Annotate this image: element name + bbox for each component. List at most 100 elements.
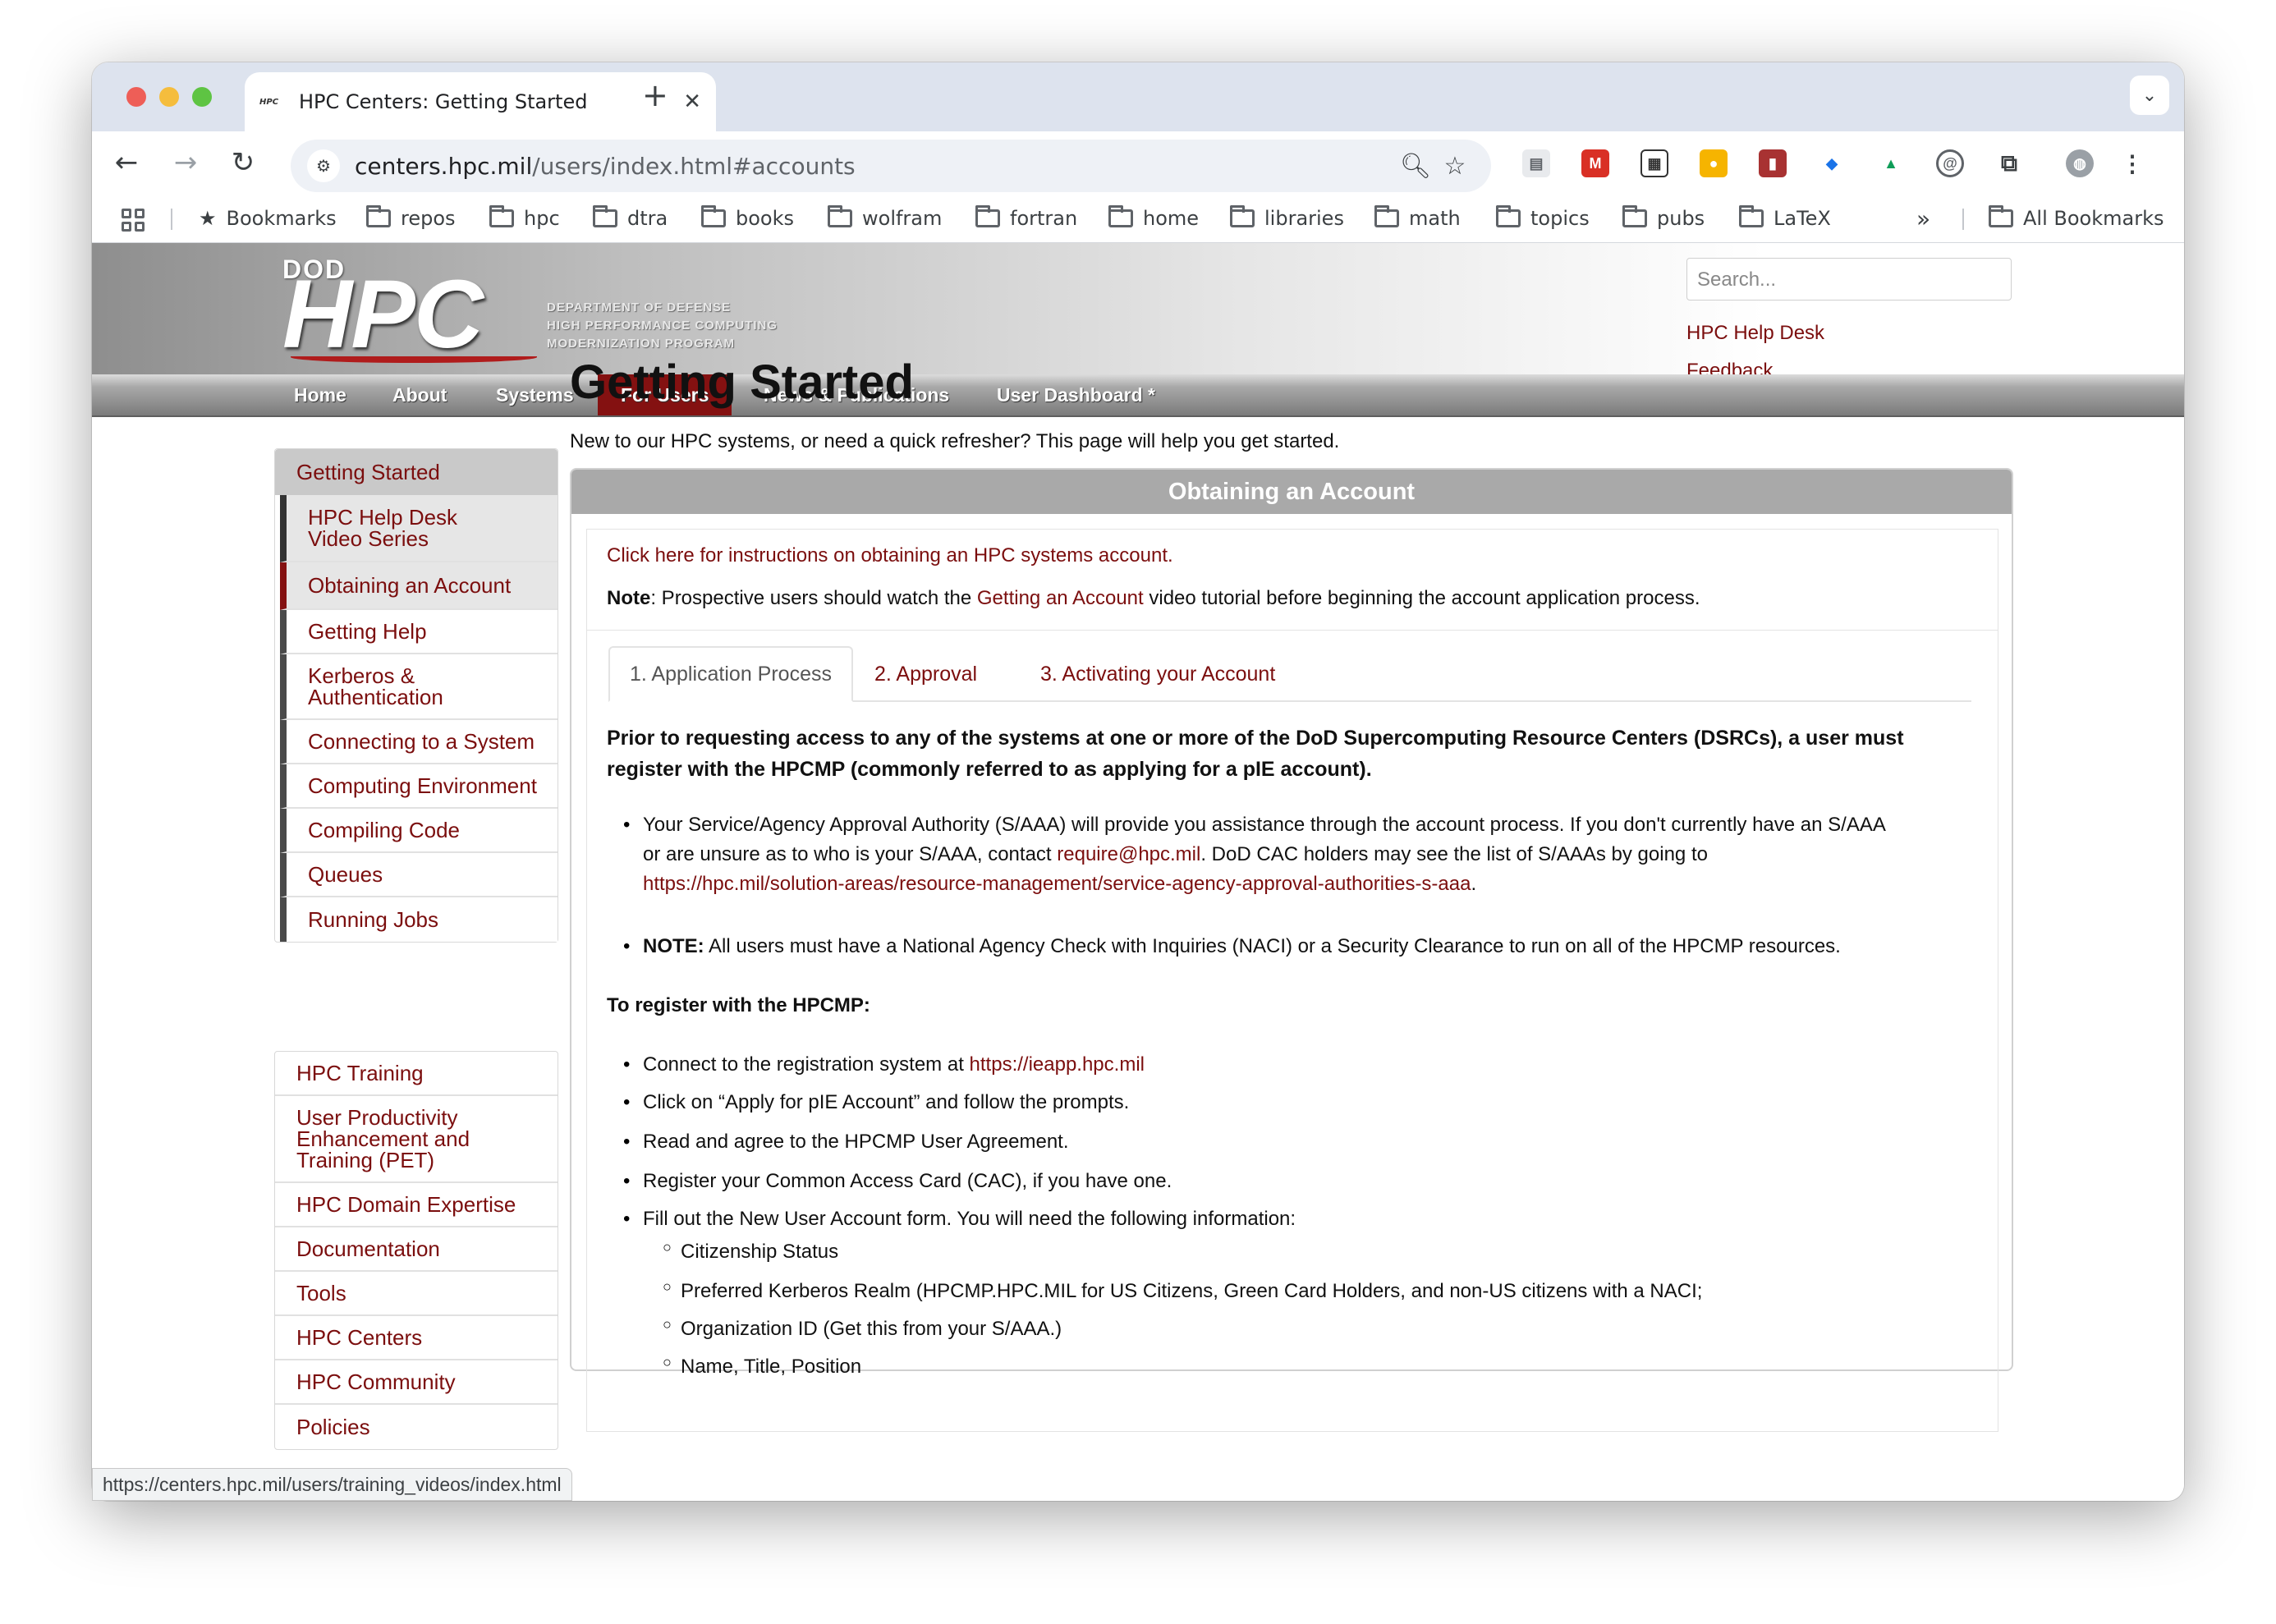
circle-bullet-icon: ○ [663, 1239, 672, 1255]
all-bookmarks-button[interactable]: All Bookmarks [1989, 202, 2164, 235]
tab-application-process[interactable]: 1. Application Process [608, 646, 853, 702]
tab-activating-account[interactable]: 3. Activating your Account [1021, 646, 1295, 702]
tab-favicon: HPC [259, 97, 279, 107]
bookmark-label: wolfram [862, 207, 943, 230]
panel-body: Click here for instructions on obtaining… [586, 529, 1998, 1432]
bookmark-label: home [1143, 207, 1200, 230]
bookmark-home[interactable]: home [1108, 202, 1199, 235]
password-extension-icon[interactable]: @ [1936, 149, 1964, 177]
sidebar-item-kerberos[interactable]: Kerberos & Authentication [280, 654, 558, 720]
sidebar-item-connecting[interactable]: Connecting to a System [280, 720, 558, 764]
sub-step-name-title: Name, Title, Position [681, 1356, 862, 1378]
bookmarks-bar: ★ Bookmarks repos hpc dtra books wolfram … [92, 194, 2184, 243]
nav-about[interactable]: About [369, 374, 470, 415]
nav-home[interactable]: Home [271, 374, 369, 415]
help-desk-link[interactable]: HPC Help Desk [1686, 322, 1824, 345]
tab-approval[interactable]: 2. Approval [855, 646, 997, 702]
sidebar-item-hpc-training[interactable]: HPC Training [275, 1052, 558, 1096]
bookmark-dtra[interactable]: dtra [593, 202, 668, 235]
bookmark-label: LaTeX [1774, 207, 1831, 230]
book-extension-icon[interactable]: ▮ [1759, 149, 1787, 177]
address-bar[interactable]: ⚙ centers.hpc.mil/users/index.html#accou… [291, 140, 1491, 192]
saaa-list-link[interactable]: https://hpc.mil/solution-areas/resource-… [643, 873, 1471, 895]
scholar-extension-icon[interactable]: ◆ [1818, 149, 1846, 177]
step-text: Connect to the registration system at [643, 1053, 970, 1076]
bookmark-star-icon[interactable]: ☆ [1435, 152, 1475, 181]
sidebar-item-compiling-code[interactable]: Compiling Code [280, 809, 558, 853]
require-email-link[interactable]: require@hpc.mil [1057, 843, 1200, 865]
sidebar-item-policies[interactable]: Policies [275, 1405, 558, 1449]
drive-extension-icon[interactable]: ▲ [1877, 149, 1905, 177]
bookmark-wolfram[interactable]: wolfram [828, 202, 942, 235]
saaa-text: . DoD CAC holders may see the list of S/… [1200, 843, 1708, 865]
keep-extension-icon[interactable]: ● [1700, 149, 1728, 177]
bookmark-label: hpc [524, 207, 560, 230]
bullet-icon: • [623, 1053, 631, 1076]
sidebar-item-obtaining-account[interactable]: Obtaining an Account [280, 562, 558, 610]
new-tab-button[interactable]: + [642, 77, 668, 113]
bookmark-label: dtra [627, 207, 668, 230]
folder-icon [1622, 205, 1647, 227]
ieapp-link[interactable]: https://ieapp.hpc.mil [970, 1053, 1145, 1076]
tab-strip: HPC HPC Centers: Getting Started ✕ + ⌄ [92, 62, 2184, 131]
sidebar-item-hpc-centers[interactable]: HPC Centers [275, 1316, 558, 1360]
more-bookmarks-chevron-icon[interactable]: » [1916, 202, 1930, 235]
bookmark-label: topics [1530, 207, 1590, 230]
sidebar-item-running-jobs[interactable]: Running Jobs [280, 897, 558, 942]
site-info-icon[interactable]: ⚙ [307, 149, 340, 182]
sidebar-item-tools[interactable]: Tools [275, 1272, 558, 1316]
sidebar-item-getting-help[interactable]: Getting Help [280, 610, 558, 654]
sidebar-getting-started: Getting Started HPC Help Desk Video Seri… [274, 448, 558, 943]
bookmark-libraries[interactable]: libraries [1230, 202, 1344, 235]
back-arrow-icon[interactable]: ← [107, 143, 146, 182]
sidebar-item-documentation[interactable]: Documentation [275, 1227, 558, 1272]
url-text[interactable]: centers.hpc.mil/users/index.html#account… [355, 153, 1396, 180]
bookmark-repos[interactable]: repos [366, 202, 456, 235]
extensions-puzzle-icon[interactable]: ⧉ [1995, 149, 2023, 177]
minimize-window-button[interactable] [159, 87, 179, 107]
all-bookmarks-label: All Bookmarks [2023, 207, 2164, 230]
sidebar-head-getting-started[interactable]: Getting Started [275, 449, 558, 495]
circle-bullet-icon: ○ [663, 1316, 672, 1333]
nav-user-dashboard[interactable]: User Dashboard * [974, 374, 1178, 415]
naci-text: All users must have a National Agency Ch… [704, 935, 1841, 957]
forward-arrow-icon[interactable]: → [166, 143, 205, 182]
sidebar-item-hpc-community[interactable]: HPC Community [275, 1360, 558, 1405]
profile-avatar[interactable]: ◍ [2066, 149, 2094, 177]
sidebar-item-domain-expertise[interactable]: HPC Domain Expertise [275, 1183, 558, 1227]
main-navigation: Home About Systems For Users News & Publ… [92, 374, 2184, 417]
folder-icon [1374, 205, 1399, 227]
zoom-icon[interactable]: 🔍︎ [1396, 152, 1435, 181]
star-icon: ★ [199, 207, 217, 230]
folder-icon [1989, 205, 2013, 227]
close-window-button[interactable] [126, 87, 146, 107]
bullet-icon: • [623, 1131, 631, 1153]
note-label: Note [607, 587, 651, 609]
bookmark-label: math [1409, 207, 1461, 230]
apps-grid-icon[interactable] [122, 209, 145, 232]
browser-menu-icon[interactable]: ⋮ [2118, 149, 2146, 177]
tab-search-chevron-icon[interactable]: ⌄ [2130, 76, 2169, 115]
mendeley-extension-icon[interactable]: M [1581, 149, 1609, 177]
document-extension-icon[interactable]: ▤ [1522, 149, 1550, 177]
bookmark-pubs[interactable]: pubs [1622, 202, 1705, 235]
site-search-input[interactable]: Search... [1686, 258, 2012, 300]
reload-icon[interactable]: ↻ [223, 143, 263, 182]
bookmark-topics[interactable]: topics [1496, 202, 1590, 235]
instructions-link[interactable]: Click here for instructions on obtaining… [607, 541, 1173, 571]
getting-account-video-link[interactable]: Getting an Account [977, 587, 1144, 609]
bookmark-latex[interactable]: LaTeX [1739, 202, 1831, 235]
bookmark-hpc[interactable]: hpc [489, 202, 560, 235]
sidebar-item-pet[interactable]: User Productivity Enhancement and Traini… [275, 1096, 558, 1183]
circle-bullet-icon: ○ [663, 1278, 672, 1295]
sidebar-item-computing-environment[interactable]: Computing Environment [280, 764, 558, 809]
bookmark-fortran[interactable]: fortran [975, 202, 1077, 235]
bookmark-math[interactable]: math [1374, 202, 1461, 235]
bookmark-books[interactable]: books [701, 202, 794, 235]
tab-close-icon[interactable]: ✕ [683, 89, 701, 114]
bookmark-bookmarks[interactable]: ★ Bookmarks [199, 202, 337, 235]
maximize-window-button[interactable] [192, 87, 212, 107]
qr-code-extension-icon[interactable]: ▦ [1640, 149, 1668, 177]
sidebar-item-video-series[interactable]: HPC Help Desk Video Series [280, 495, 558, 562]
sidebar-item-queues[interactable]: Queues [280, 853, 558, 897]
